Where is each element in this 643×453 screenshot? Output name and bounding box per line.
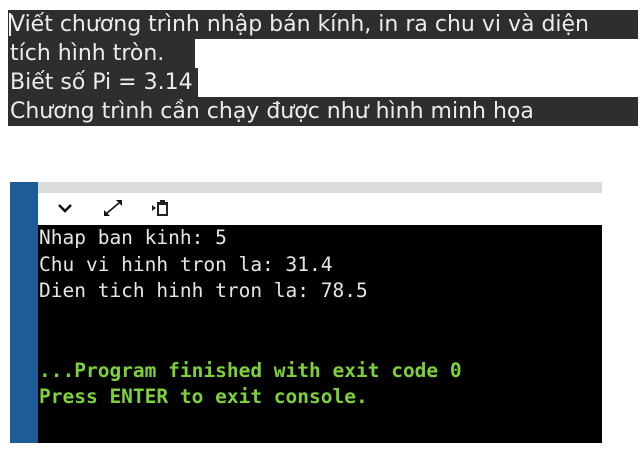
- task-line: tích hình tròn.: [8, 39, 195, 68]
- console-window: Nhap ban kinh: 5 Chu vi hinh tron la: 31.…: [10, 182, 602, 443]
- output-line: Dien tich hinh tron la: 78.5: [39, 279, 368, 302]
- chevron-down-icon-svg: [58, 204, 72, 213]
- task-description: Viết chương trình nhập bán kính, in ra c…: [8, 10, 638, 126]
- console-left-bar: [10, 182, 38, 443]
- paste-icon-svg: [152, 200, 168, 216]
- output-line: Nhap ban kinh: 5: [39, 226, 227, 249]
- terminal-output[interactable]: Nhap ban kinh: 5 Chu vi hinh tron la: 31.…: [38, 225, 602, 443]
- output-line: Chu vi hinh tron la: 31.4: [39, 252, 333, 276]
- page: Viết chương trình nhập bán kính, in ra c…: [0, 0, 643, 453]
- exit-prompt-line: Press ENTER to exit console.: [39, 385, 368, 408]
- console-toolbar: [38, 182, 602, 225]
- exit-status-line: ...Program finished with exit code 0: [39, 358, 462, 382]
- chevron-down-icon[interactable]: [55, 198, 75, 218]
- task-line: Chương trình cần chạy được như hình minh…: [8, 97, 638, 126]
- expand-icon[interactable]: [103, 198, 123, 218]
- paste-icon[interactable]: [151, 198, 171, 218]
- task-line-text: Viết chương trình nhập bán kính, in ra c…: [10, 12, 589, 37]
- task-line: Viết chương trình nhập bán kính, in ra c…: [8, 10, 638, 39]
- toolbar-scroll-strip[interactable]: [38, 182, 602, 193]
- task-line: Biết số Pi = 3.14: [8, 68, 198, 97]
- text-cursor: [9, 13, 11, 36]
- expand-icon-svg: [104, 200, 122, 216]
